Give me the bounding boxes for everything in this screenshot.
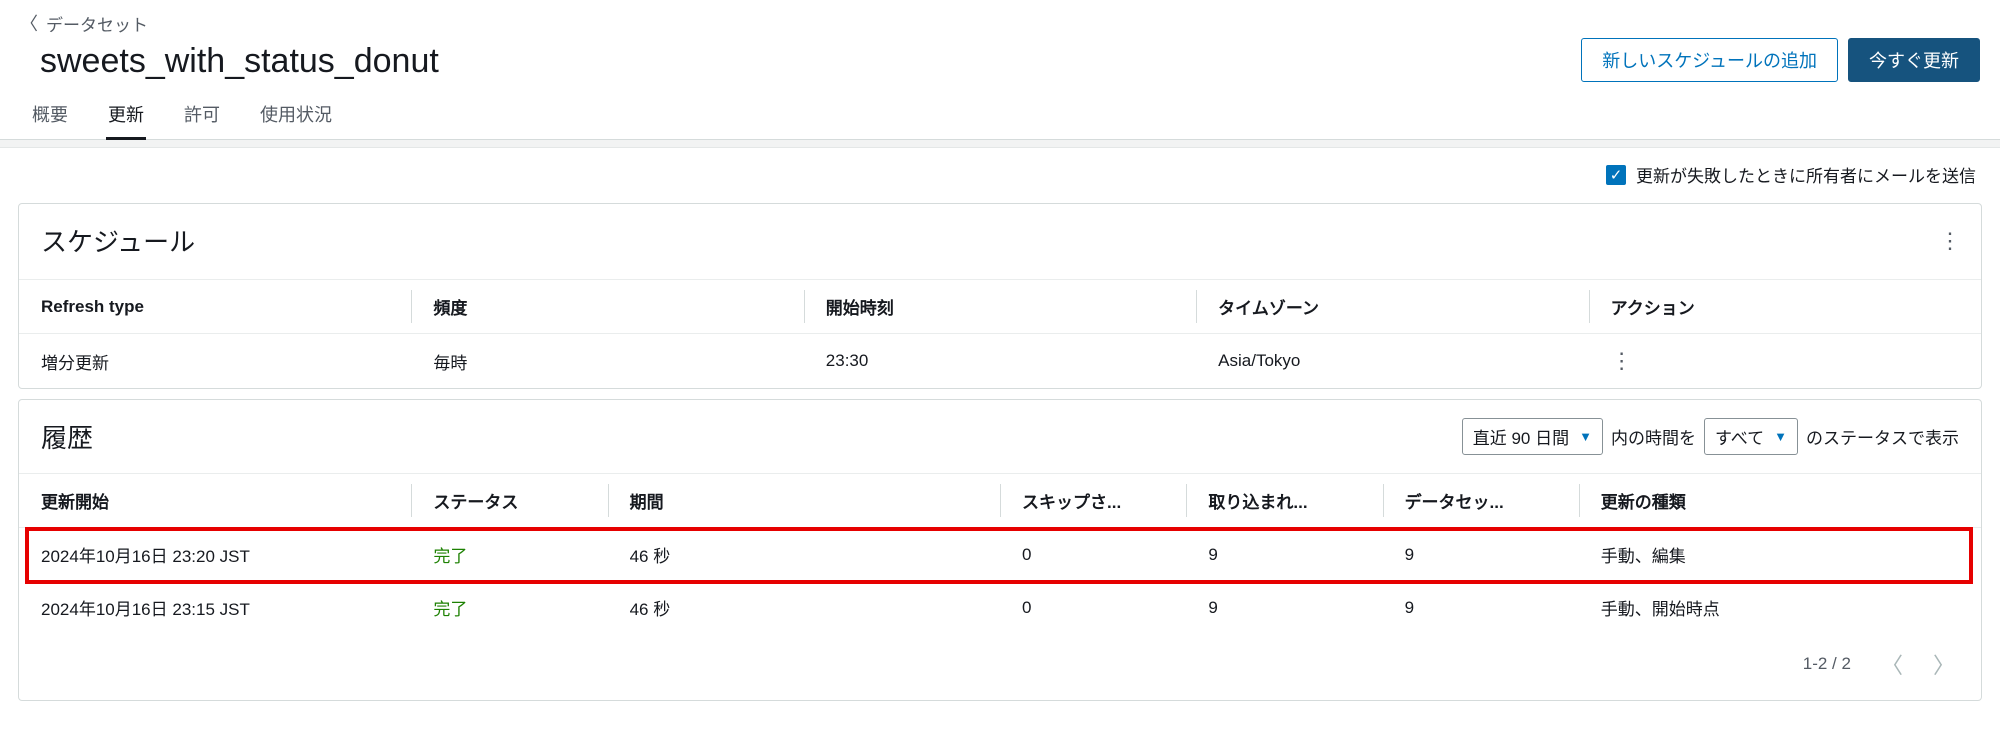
caret-down-icon: ▼	[1774, 429, 1787, 444]
cell-type: 手動、開始時点	[1579, 581, 1981, 634]
filter-mid-text: 内の時間を	[1611, 424, 1696, 449]
col-skipped: スキップさ...	[1000, 474, 1186, 528]
cell-duration: 46 秒	[608, 528, 1000, 582]
caret-down-icon: ▼	[1579, 429, 1592, 444]
filter-suffix-text: のステータスで表示	[1806, 424, 1959, 449]
col-dataset: データセッ...	[1383, 474, 1579, 528]
add-schedule-button[interactable]: 新しいスケジュールの追加	[1581, 38, 1838, 82]
col-frequency: 頻度	[411, 280, 803, 334]
cell-timezone: Asia/Tokyo	[1196, 334, 1588, 389]
history-row: 2024年10月16日 23:20 JST完了46 秒099手動、編集	[19, 528, 1981, 582]
col-start-time: 開始時刻	[804, 280, 1196, 334]
tab-bar: 概要 更新 許可 使用状況	[0, 91, 2000, 140]
cell-refresh-type: 増分更新	[19, 334, 411, 389]
cell-status: 完了	[411, 581, 607, 634]
history-panel: 履歴 直近 90 日間 ▼ 内の時間を すべて ▼ のステータスで表示 更新開始…	[18, 399, 1982, 701]
mail-on-failure-label: 更新が失敗したときに所有者にメールを送信	[1636, 162, 1976, 187]
schedule-table: Refresh type 頻度 開始時刻 タイムゾーン アクション 増分更新 毎…	[19, 279, 1981, 388]
refresh-now-button[interactable]: 今すぐ更新	[1848, 38, 1980, 82]
cell-skipped: 0	[1000, 528, 1186, 582]
pager: 1-2 / 2 〈 〉	[19, 634, 1981, 700]
cell-ingested: 9	[1186, 528, 1382, 582]
col-duration: 期間	[608, 474, 1000, 528]
cell-start: 2024年10月16日 23:20 JST	[19, 528, 411, 582]
cell-duration: 46 秒	[608, 581, 1000, 634]
page-title: sweets_with_status_donut	[20, 36, 459, 91]
tab-refresh[interactable]: 更新	[106, 91, 146, 139]
cell-dataset: 9	[1383, 581, 1579, 634]
schedule-row: 増分更新 毎時 23:30 Asia/Tokyo ⋮	[19, 334, 1981, 389]
col-start: 更新開始	[19, 474, 411, 528]
filter-status-label: すべて	[1715, 424, 1764, 449]
schedule-more-icon[interactable]: ⋮	[1939, 228, 1959, 254]
breadcrumb-label: データセット	[46, 11, 148, 36]
filter-range-select[interactable]: 直近 90 日間 ▼	[1462, 418, 1603, 455]
history-table: 更新開始 ステータス 期間 スキップさ... 取り込まれ... データセッ...…	[19, 473, 1981, 634]
cell-frequency: 毎時	[411, 334, 803, 389]
cell-start-time: 23:30	[804, 334, 1196, 389]
mail-on-failure-checkbox[interactable]: ✓	[1606, 165, 1626, 185]
chevron-left-icon: 〈	[20, 10, 38, 36]
schedule-title: スケジュール	[41, 222, 195, 259]
cell-start: 2024年10月16日 23:15 JST	[19, 581, 411, 634]
col-type: 更新の種類	[1579, 474, 1981, 528]
pager-text: 1-2 / 2	[1803, 654, 1851, 674]
history-title: 履歴	[41, 418, 93, 455]
tab-permission[interactable]: 許可	[182, 91, 222, 139]
cell-skipped: 0	[1000, 581, 1186, 634]
filter-range-label: 直近 90 日間	[1473, 424, 1569, 449]
pager-next-icon[interactable]: 〉	[1933, 648, 1955, 680]
col-status: ステータス	[411, 474, 607, 528]
breadcrumb-back[interactable]: 〈 データセット	[20, 10, 459, 36]
col-timezone: タイムゾーン	[1196, 280, 1588, 334]
history-row: 2024年10月16日 23:15 JST完了46 秒099手動、開始時点	[19, 581, 1981, 634]
schedule-panel: スケジュール ⋮ Refresh type 頻度 開始時刻 タイムゾーン アクシ…	[18, 203, 1982, 389]
tab-usage[interactable]: 使用状況	[258, 91, 334, 139]
tab-overview[interactable]: 概要	[30, 91, 70, 139]
col-ingested: 取り込まれ...	[1186, 474, 1382, 528]
col-action: アクション	[1589, 280, 1981, 334]
cell-type: 手動、編集	[1579, 528, 1981, 582]
filter-status-select[interactable]: すべて ▼	[1704, 418, 1798, 455]
cell-dataset: 9	[1383, 528, 1579, 582]
pager-prev-icon[interactable]: 〈	[1881, 648, 1903, 680]
cell-status: 完了	[411, 528, 607, 582]
schedule-row-actions-icon[interactable]: ⋮	[1611, 348, 1631, 373]
cell-ingested: 9	[1186, 581, 1382, 634]
col-refresh-type: Refresh type	[19, 280, 411, 334]
